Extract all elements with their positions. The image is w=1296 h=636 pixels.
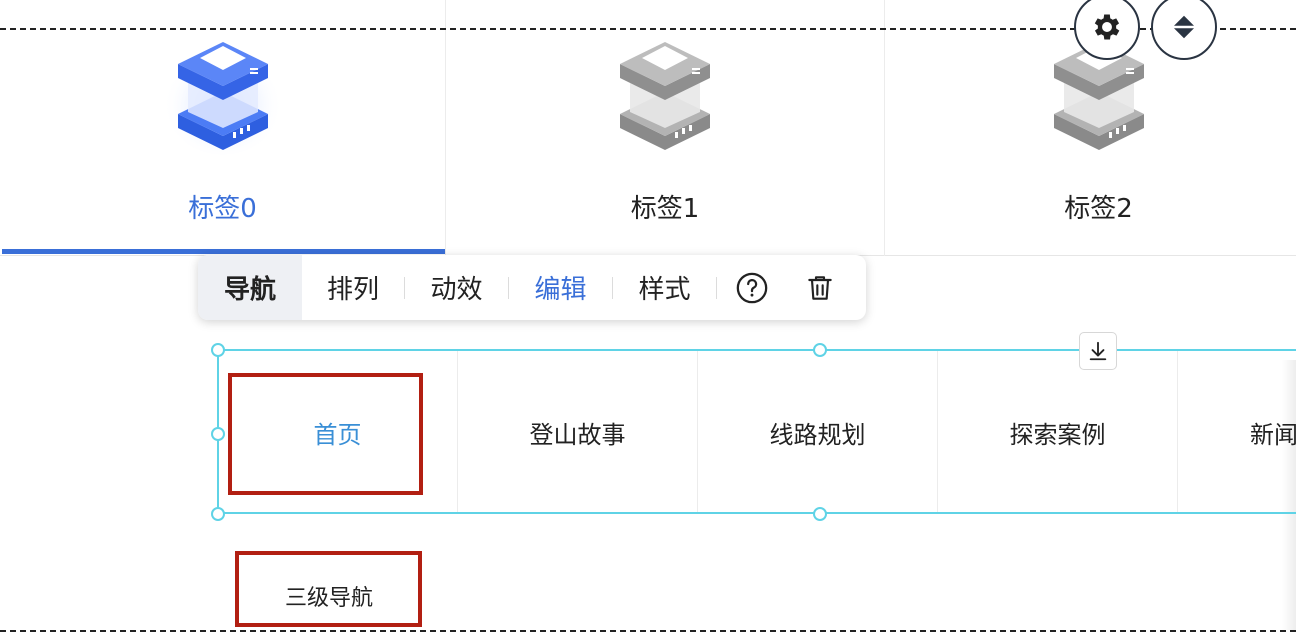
guide-line-bottom <box>0 630 1296 632</box>
element-toolbar: 导航 排列 动效 编辑 样式 <box>198 255 866 320</box>
resize-handle-top[interactable] <box>813 343 827 357</box>
gear-icon <box>1094 14 1120 40</box>
server-icon <box>158 28 288 158</box>
toolbar-edit-button[interactable]: 编辑 <box>509 255 612 320</box>
trash-icon <box>808 275 832 300</box>
sort-arrows-icon <box>1174 15 1194 39</box>
resize-handle-left[interactable] <box>211 427 225 441</box>
toolbar-animation-button[interactable]: 动效 <box>405 255 508 320</box>
server-icon <box>600 28 730 158</box>
download-button[interactable] <box>1079 332 1117 370</box>
tab-0[interactable]: 标签0 <box>0 0 446 256</box>
highlight-box-sub-nav <box>235 551 422 627</box>
help-icon <box>736 272 768 303</box>
toolbar-style-button[interactable]: 样式 <box>613 255 716 320</box>
download-icon <box>1089 341 1107 361</box>
highlight-box-home <box>228 373 423 495</box>
active-tab-indicator <box>2 249 445 254</box>
resize-handle-bottom-left[interactable] <box>211 507 225 521</box>
toolbar-nav-button[interactable]: 导航 <box>198 255 302 320</box>
tab-label: 标签0 <box>188 194 257 224</box>
toolbar-arrange-button[interactable]: 排列 <box>302 255 404 320</box>
tab-label: 标签2 <box>1064 194 1133 224</box>
delete-button[interactable] <box>787 255 853 320</box>
tab-label: 标签1 <box>630 194 700 224</box>
help-button[interactable] <box>717 255 787 320</box>
tab-1[interactable]: 标签1 <box>446 0 885 256</box>
resize-handle-top-left[interactable] <box>211 343 225 357</box>
resize-handle-bottom[interactable] <box>813 507 827 521</box>
